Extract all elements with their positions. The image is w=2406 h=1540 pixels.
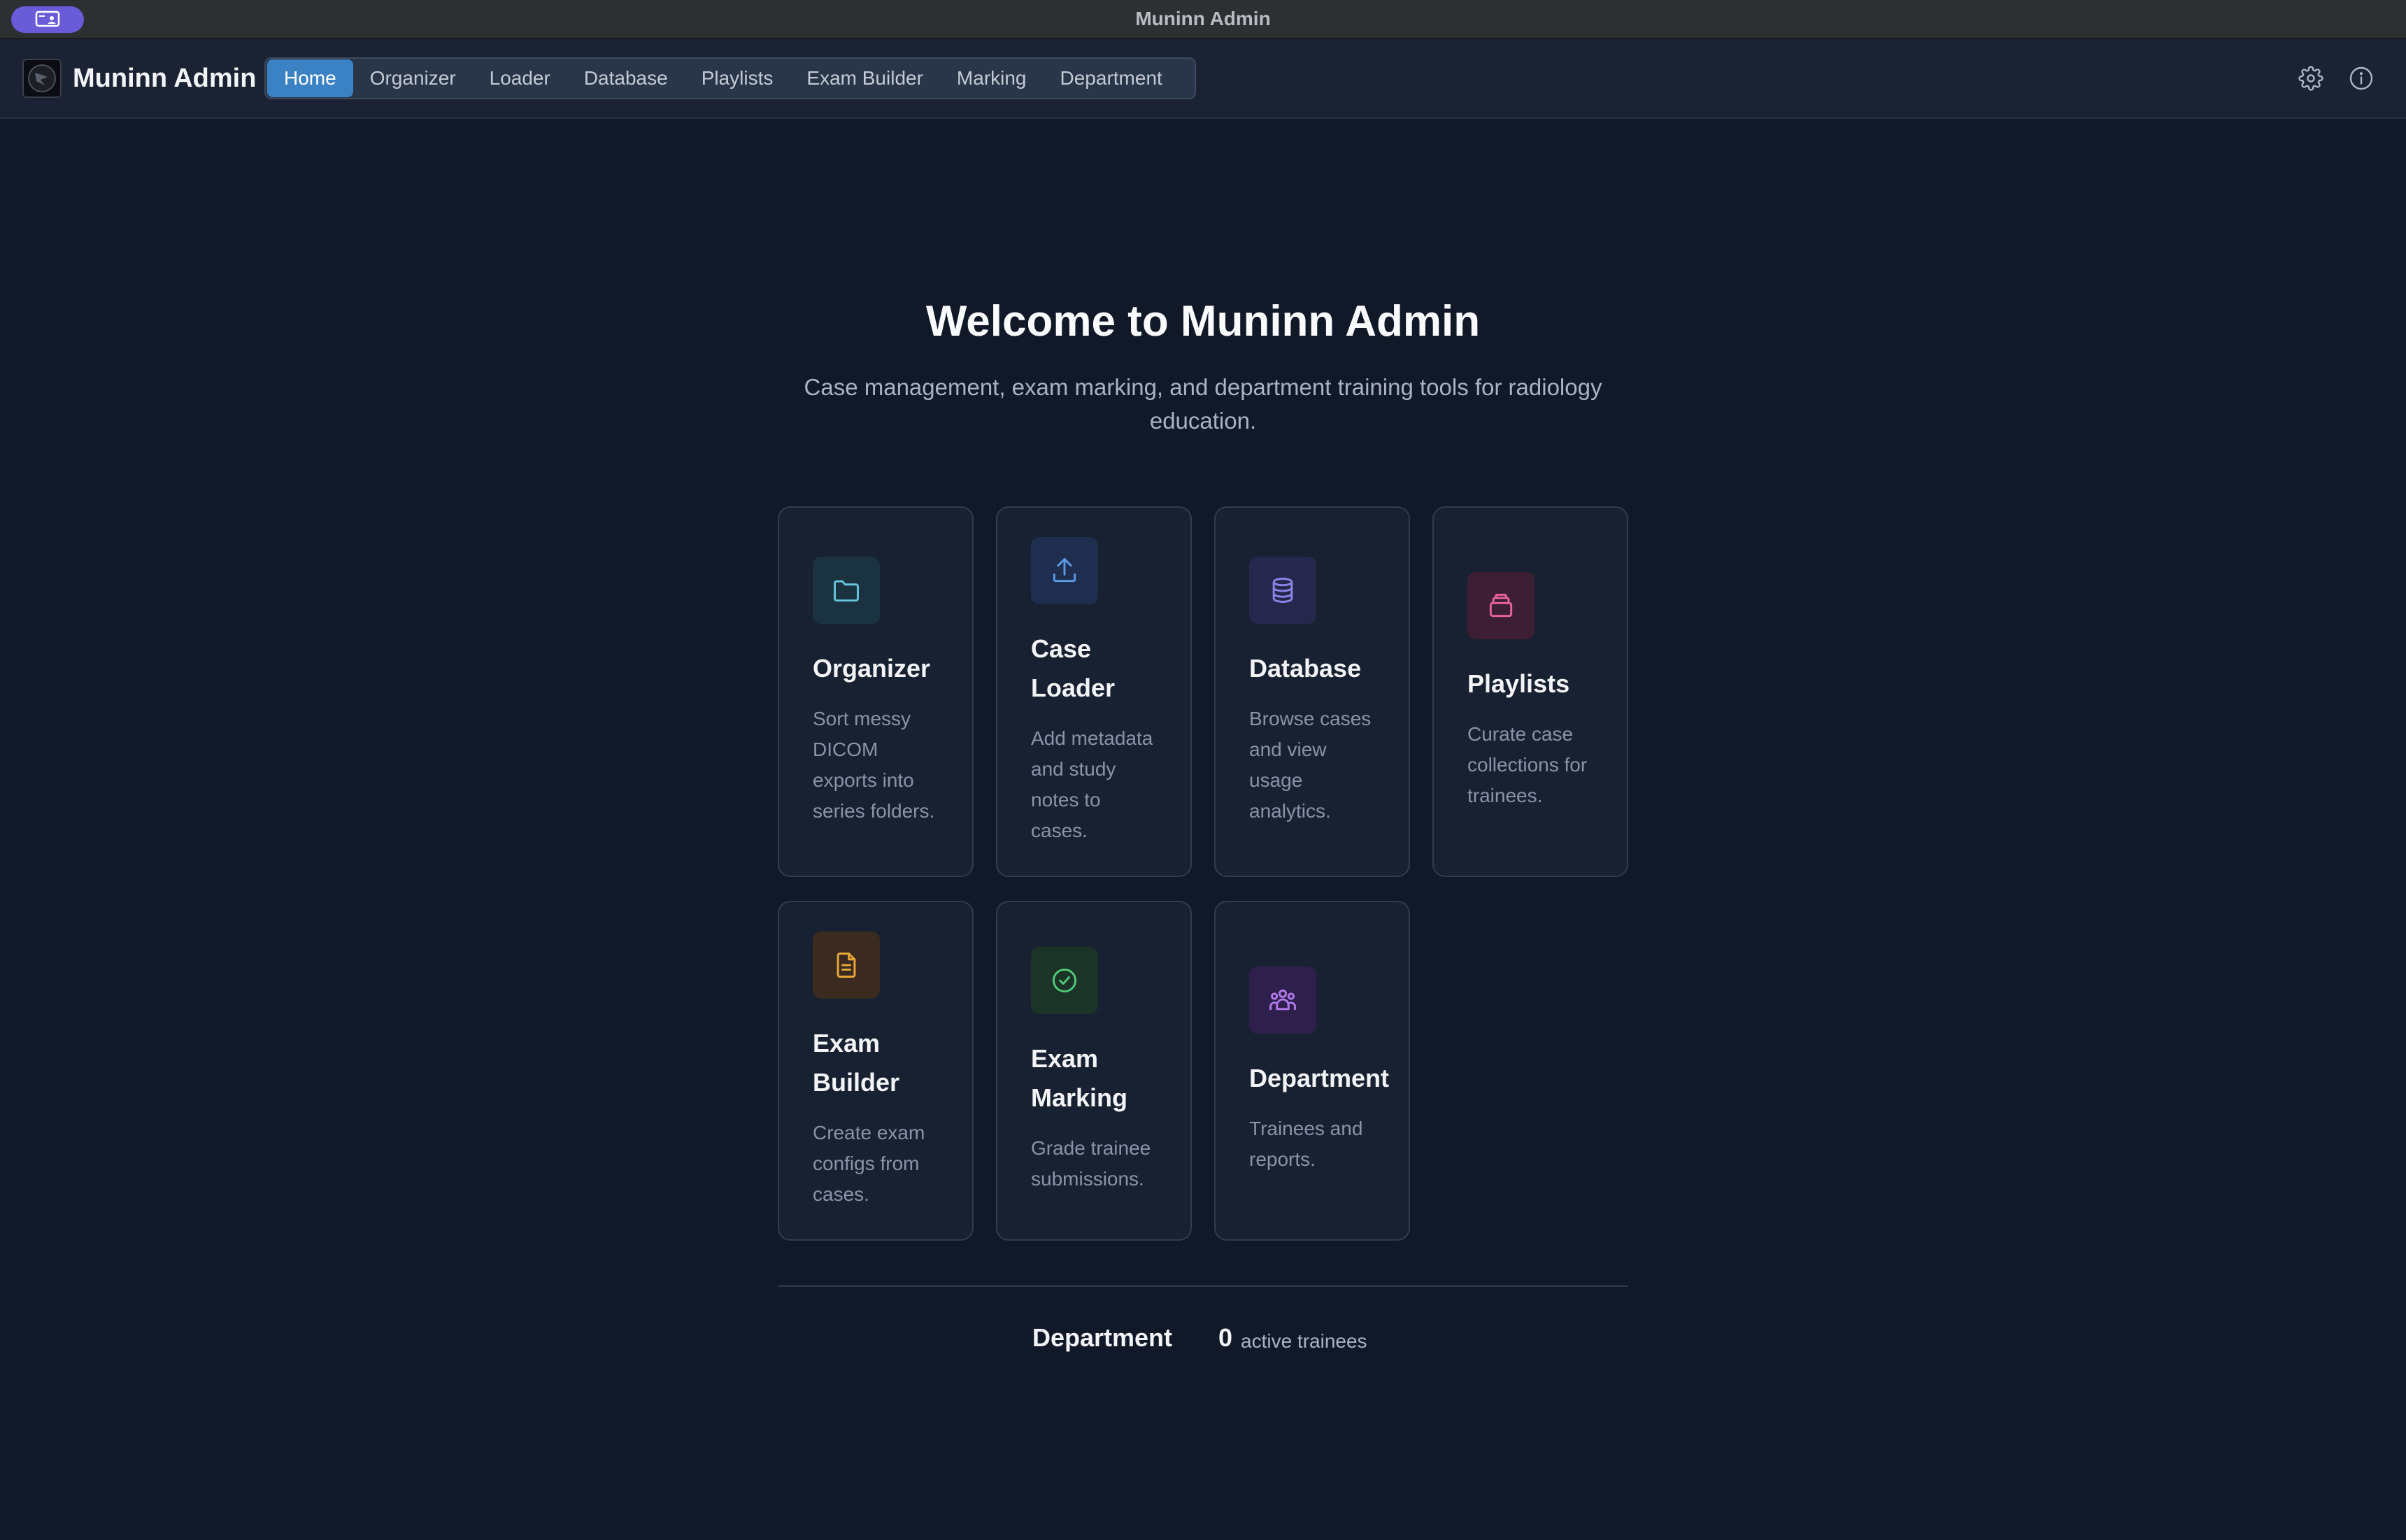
document-icon — [837, 953, 856, 978]
nav-playlists[interactable]: Playlists — [685, 59, 790, 97]
card-case-loader[interactable]: Case Loader Add metadata and study notes… — [996, 506, 1192, 877]
window-titlebar: Muninn Admin — [0, 0, 2406, 39]
card-description: Browse cases and view usage analytics. — [1249, 708, 1372, 822]
card-description: Create exam configs from cases. — [813, 1122, 925, 1205]
info-button[interactable] — [2347, 64, 2375, 92]
check-circle-icon — [1052, 968, 1077, 993]
card-organizer-icon-tile — [813, 557, 880, 624]
card-title: Department — [1249, 1064, 1390, 1092]
nav-department[interactable]: Department — [1044, 59, 1179, 97]
card-organizer[interactable]: Organizer Sort messy DICOM exports into … — [778, 506, 974, 877]
users-icon — [1269, 989, 1296, 1011]
card-title: Database — [1249, 654, 1362, 683]
card-title: Organizer — [813, 654, 931, 683]
card-department-icon-tile — [1249, 967, 1316, 1034]
screen-share-indicator[interactable] — [11, 6, 84, 33]
card-database-icon-tile — [1249, 557, 1316, 624]
nav-exam-builder[interactable]: Exam Builder — [790, 59, 940, 97]
card-description: Trainees and reports. — [1249, 1118, 1363, 1170]
nav-loader[interactable]: Loader — [473, 59, 567, 97]
nav-database[interactable]: Database — [567, 59, 685, 97]
app-header: Muninn Admin Home Organizer Loader Datab… — [0, 39, 2406, 119]
card-title: Case Loader — [1031, 634, 1116, 702]
card-exam-marking[interactable]: Exam Marking Grade trainee submissions. — [996, 901, 1192, 1241]
card-exam-builder[interactable]: Exam Builder Create exam configs from ca… — [778, 901, 974, 1241]
card-title: Exam Marking — [1031, 1044, 1128, 1112]
card-description: Curate case collections for trainees. — [1467, 723, 1588, 806]
archive-icon — [1489, 593, 1513, 618]
card-database[interactable]: Database Browse cases and view usage ana… — [1214, 506, 1410, 877]
card-case-loader-icon-tile — [1031, 537, 1098, 604]
page-subtitle: Case management, exam marking, and depar… — [804, 374, 1602, 434]
app-logo[interactable] — [22, 59, 62, 98]
stat-value: 0 — [1218, 1323, 1233, 1352]
card-description: Grade trainee submissions. — [1031, 1137, 1151, 1190]
card-title: Exam Builder — [813, 1029, 900, 1097]
database-icon — [1272, 578, 1293, 603]
main-nav: Home Organizer Loader Database Playlists… — [264, 57, 1196, 99]
card-playlists[interactable]: Playlists Curate case collections for tr… — [1432, 506, 1628, 877]
stat-label: Department — [1032, 1323, 1173, 1352]
upload-icon — [1053, 558, 1076, 583]
screen-share-icon — [35, 10, 60, 27]
folder-icon — [834, 580, 859, 602]
card-exam-marking-icon-tile — [1031, 947, 1098, 1014]
section-divider — [778, 1285, 1628, 1287]
window-title: Muninn Admin — [1135, 8, 1271, 29]
info-icon — [2349, 66, 2373, 90]
stat-unit: active trainees — [1241, 1330, 1367, 1352]
card-department[interactable]: Department Trainees and reports. — [1214, 901, 1410, 1241]
card-description: Add metadata and study notes to cases. — [1031, 727, 1153, 841]
nav-marking[interactable]: Marking — [940, 59, 1044, 97]
app-brand: Muninn Admin — [73, 64, 257, 93]
nav-organizer[interactable]: Organizer — [353, 59, 473, 97]
card-playlists-icon-tile — [1467, 572, 1535, 639]
nav-home[interactable]: Home — [267, 59, 353, 97]
settings-button[interactable] — [2297, 64, 2325, 92]
raven-logo-icon — [28, 64, 56, 92]
card-exam-builder-icon-tile — [813, 932, 880, 999]
card-title: Playlists — [1467, 669, 1570, 698]
page-title: Welcome to Muninn Admin — [925, 297, 1481, 345]
card-description: Sort messy DICOM exports into series fol… — [813, 708, 935, 822]
settings-icon — [2298, 66, 2323, 91]
